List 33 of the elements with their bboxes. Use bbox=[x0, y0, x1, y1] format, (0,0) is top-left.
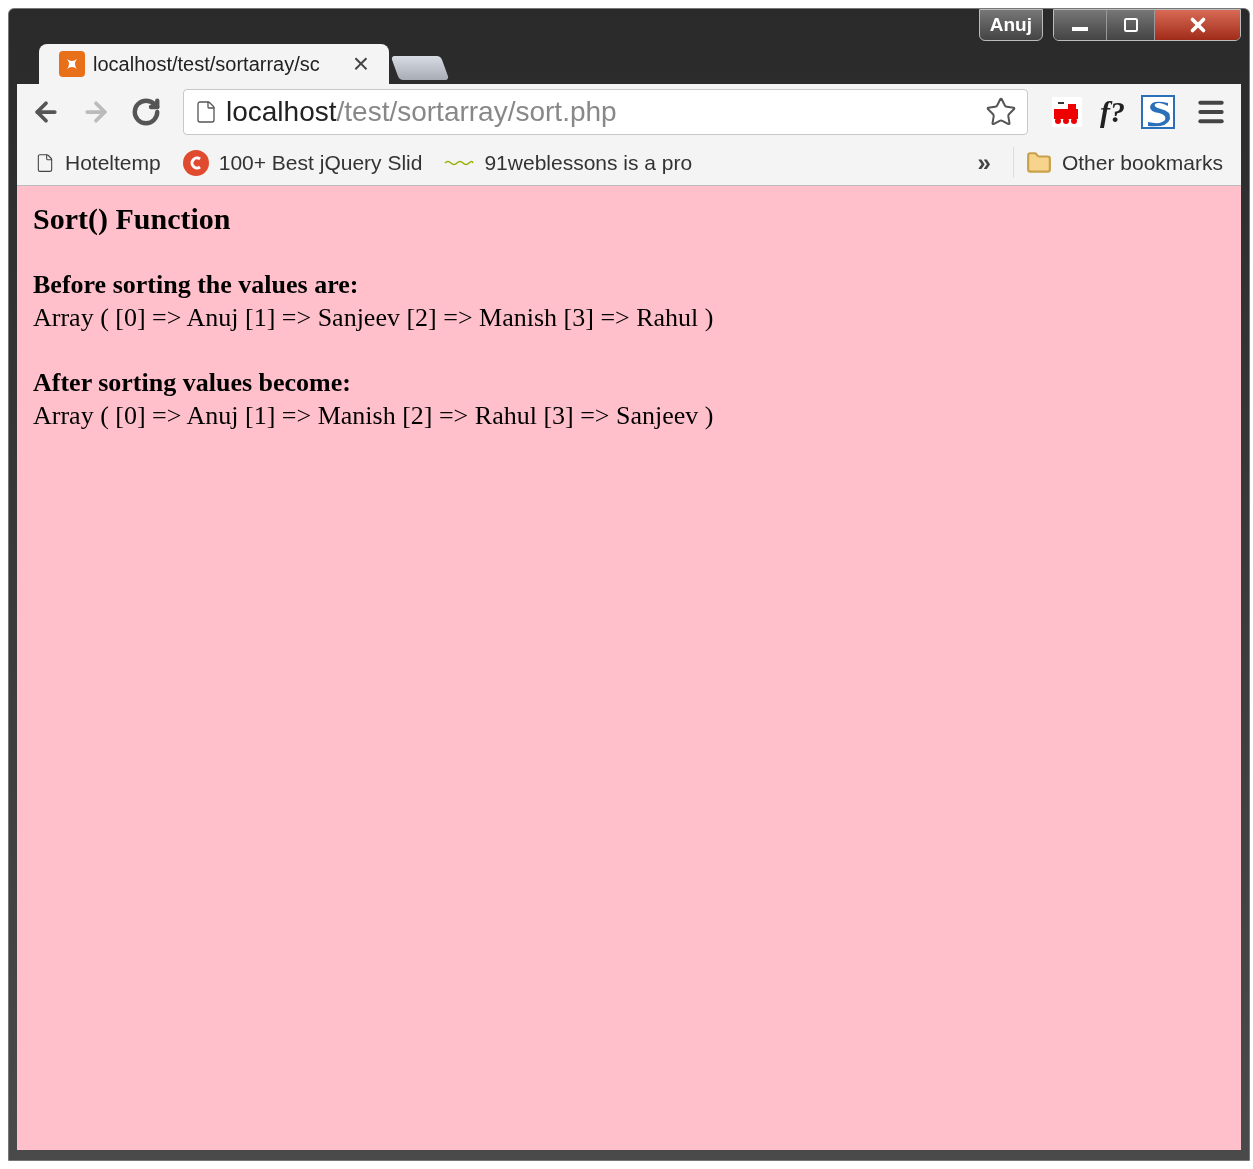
bookmark-item[interactable]: 100+ Best jQuery Slid bbox=[182, 146, 423, 179]
formula-icon[interactable]: f? bbox=[1100, 97, 1125, 127]
train-icon[interactable] bbox=[1050, 97, 1084, 127]
address-bar[interactable]: localhost/test/sortarray/sort.php bbox=[183, 89, 1028, 135]
page-heading: Sort() Function bbox=[33, 201, 232, 237]
page-icon bbox=[35, 152, 55, 173]
s-logo-icon[interactable] bbox=[1141, 95, 1175, 129]
squiggle-icon bbox=[444, 158, 475, 167]
tab-title: localhost/test/sortarray/sc bbox=[93, 52, 320, 77]
c-logo-icon bbox=[182, 149, 209, 176]
section-heading: After sorting values become: bbox=[33, 366, 352, 399]
new-tab-button[interactable] bbox=[390, 56, 450, 80]
close-button[interactable] bbox=[1154, 10, 1240, 40]
array-output: Array ( [0] => Anuj [1] => Sanjeev [2] => Manish [3] => Rahul ) bbox=[33, 301, 715, 334]
tab-close-button[interactable]: × bbox=[352, 50, 369, 78]
maximize-icon bbox=[1122, 17, 1139, 33]
folder-icon bbox=[1025, 149, 1052, 176]
maximize-button[interactable] bbox=[1106, 10, 1154, 40]
array-output: Array ( [0] => Anuj [1] => Manish [2] => Rahul [3] => Sanjeev ) bbox=[33, 399, 715, 432]
bookmark-item[interactable]: Hoteltemp bbox=[35, 146, 161, 179]
bookmark-item[interactable]: 91weblessons is a pro bbox=[444, 146, 693, 179]
minimize-button[interactable] bbox=[1054, 10, 1106, 40]
profile-button[interactable]: Anuj bbox=[978, 9, 1043, 41]
other-bookmarks-item[interactable]: Other bookmarks bbox=[1012, 146, 1223, 179]
url-text: localhost/test/sortarray/sort.php bbox=[226, 95, 617, 129]
more-bookmarks-button[interactable]: » bbox=[977, 144, 991, 181]
reload-icon[interactable] bbox=[131, 97, 161, 127]
app-logo-icon bbox=[59, 51, 85, 77]
section-heading: Before sorting the values are: bbox=[33, 268, 360, 301]
page-icon bbox=[194, 100, 218, 124]
minimize-icon bbox=[1072, 27, 1088, 31]
browser-tab[interactable]: localhost/test/sortarray/sc × bbox=[39, 44, 389, 84]
star-icon[interactable] bbox=[985, 96, 1017, 128]
